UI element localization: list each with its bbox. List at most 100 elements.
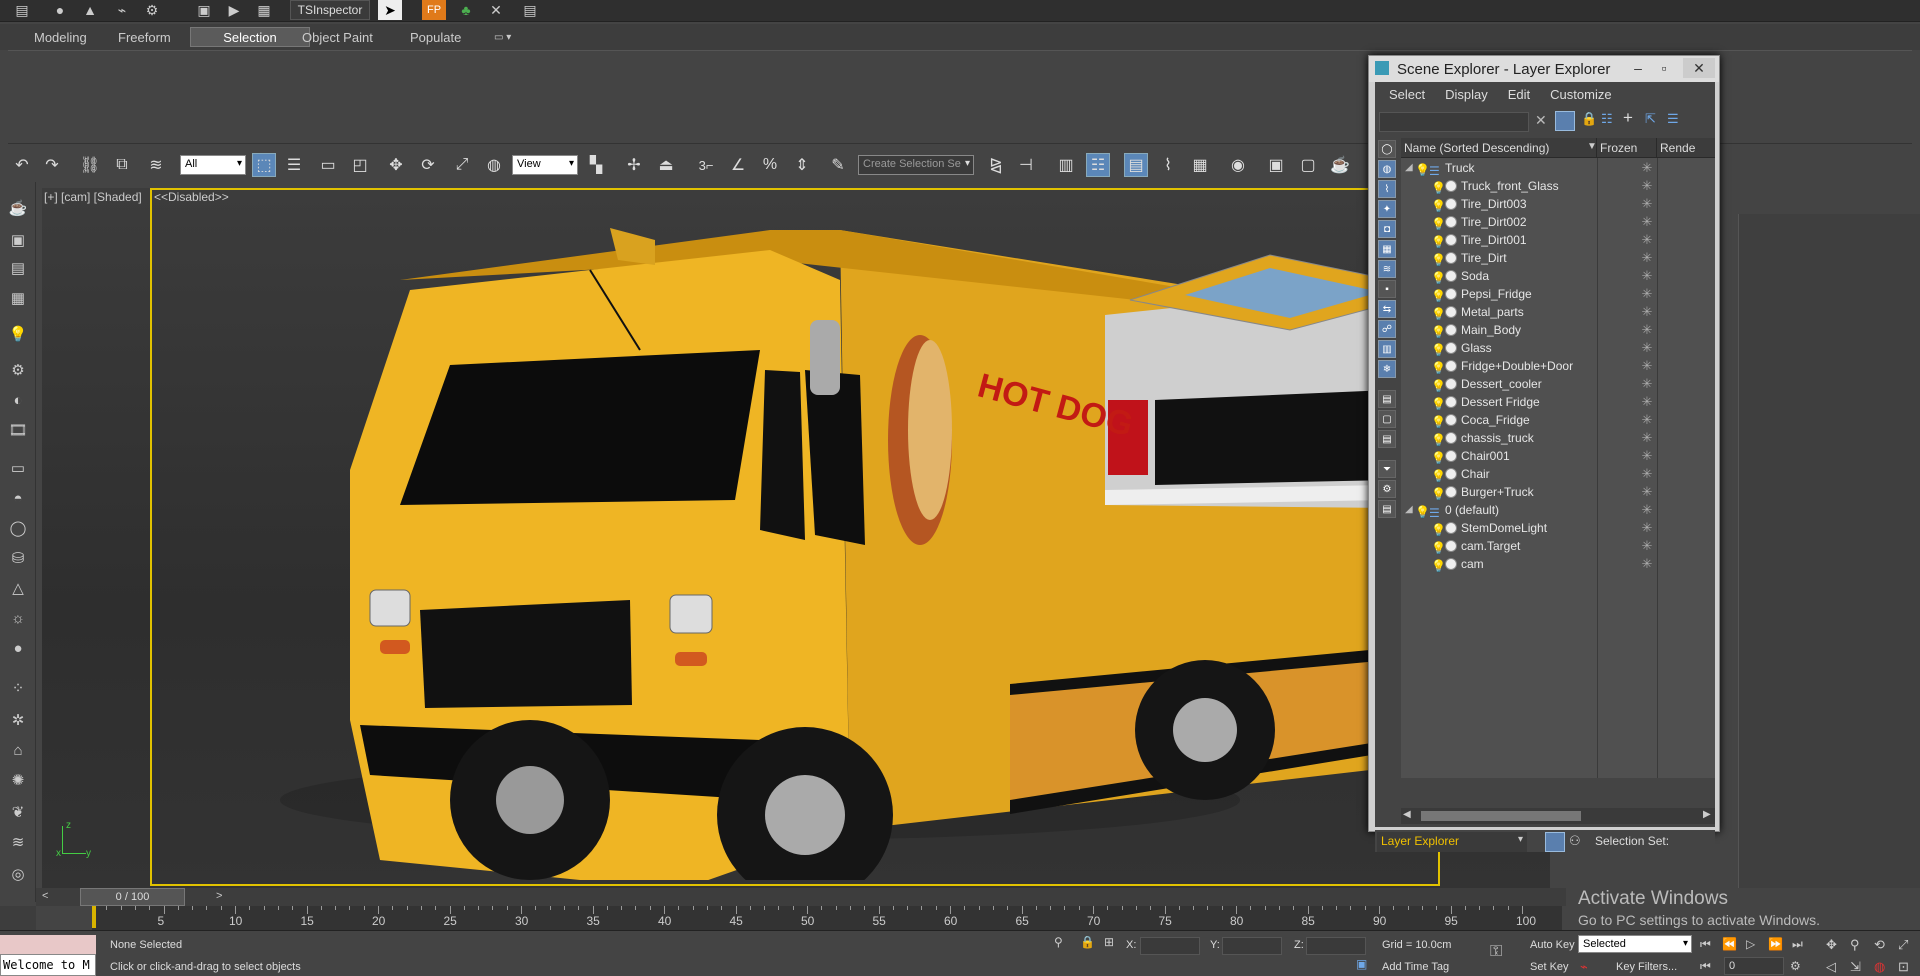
current-frame-marker[interactable]	[92, 906, 96, 928]
display-spacewarps-icon[interactable]: ≋	[1378, 260, 1396, 278]
object-row[interactable]: 💡 Tire_Dirt003 ✳	[1401, 195, 1715, 213]
object-row[interactable]: 💡 Burger+Truck ✳	[1401, 483, 1715, 501]
field-of-view-icon[interactable]: ◁	[1826, 959, 1836, 975]
time-config-icon[interactable]: ⚙	[1790, 959, 1801, 973]
render-setup-icon[interactable]: ▣	[1264, 153, 1288, 177]
film-icon[interactable]: 🎞	[6, 418, 30, 442]
display-xrefs-icon[interactable]: ⇆	[1378, 300, 1396, 318]
prev-frame-icon[interactable]: <	[42, 890, 48, 902]
layer-add-icon[interactable]: ☷	[1601, 111, 1613, 127]
rotate-icon[interactable]: ⟳	[416, 153, 440, 177]
object-row[interactable]: 💡 Dessert_cooler ✳	[1401, 375, 1715, 393]
object-row[interactable]: 💡 Pepsi_Fridge ✳	[1401, 285, 1715, 303]
light-icon[interactable]: 💡	[6, 322, 30, 346]
helper-icon[interactable]: ⚙	[6, 358, 30, 382]
select-layer-icon[interactable]: ☰	[1667, 111, 1679, 127]
selection-lock-icon[interactable]: 🔒	[1080, 935, 1095, 949]
visibility-bulb-icon[interactable]: 💡	[1431, 377, 1446, 393]
select-arrow-icon[interactable]: ➤	[378, 0, 402, 20]
visibility-bulb-icon[interactable]: 💡	[1415, 161, 1430, 177]
visibility-bulb-icon[interactable]: 💡	[1431, 359, 1446, 375]
placement-icon[interactable]: ◍	[482, 153, 506, 177]
add-icon[interactable]: +	[1623, 108, 1633, 128]
schematic-view-icon[interactable]: ▦	[1188, 153, 1212, 177]
explorer-type-dropdown[interactable]: Layer Explorer ▾	[1377, 832, 1527, 852]
maximize-icon[interactable]: ▫	[1651, 58, 1677, 78]
sun-icon[interactable]: ☼	[6, 606, 30, 630]
tab-object-paint[interactable]: Object Paint	[288, 27, 387, 47]
select-by-name-icon[interactable]: ☰	[282, 153, 306, 177]
visibility-bulb-icon[interactable]: 💡	[1431, 449, 1446, 465]
scale-icon[interactable]: ⤢	[450, 153, 474, 177]
material-editor-icon[interactable]: ◉	[1226, 153, 1250, 177]
link-icon[interactable]: ⌁	[110, 0, 134, 20]
sphere-icon[interactable]: ●	[48, 0, 72, 20]
y-coord-field[interactable]	[1222, 937, 1282, 955]
particles-icon[interactable]: ⁘	[6, 676, 30, 700]
grid-icon[interactable]: ▦	[6, 286, 30, 310]
visibility-bulb-icon[interactable]: 💡	[1431, 467, 1446, 483]
object-row[interactable]: 💡 Truck_front_Glass ✳	[1401, 177, 1715, 195]
next-key-icon[interactable]: ⏩	[1768, 937, 1783, 951]
selection-set-dropdown[interactable]: Create Selection Se ▾	[858, 155, 974, 175]
maximize-viewport-icon[interactable]: ⤢	[1898, 937, 1908, 953]
visibility-bulb-icon[interactable]: 💡	[1431, 431, 1446, 447]
leaf-icon[interactable]: ❦	[6, 800, 30, 824]
key-mode-dropdown[interactable]: Selected ▾	[1578, 935, 1692, 953]
go-to-start-icon[interactable]: ⏮	[1700, 937, 1711, 952]
freeze-toggle-icon[interactable]: ✳	[1639, 555, 1655, 573]
horizontal-scrollbar[interactable]: ◀ ▶	[1401, 808, 1715, 824]
collapse-icon[interactable]: ◢	[1405, 159, 1413, 177]
tools-icon[interactable]: ✕	[484, 0, 508, 20]
key-icon[interactable]: ⚿	[1490, 943, 1502, 961]
key-filters-button[interactable]: Key Filters...	[1616, 961, 1677, 973]
visibility-bulb-icon[interactable]: 💡	[1431, 197, 1446, 213]
keyboard-shortcut-icon[interactable]: ⏏	[654, 153, 678, 177]
bind-spacewarp-icon[interactable]: ≋	[144, 153, 168, 177]
tree-green-icon[interactable]: ♣	[454, 0, 478, 20]
auto-key-button[interactable]: Auto Key	[1530, 939, 1575, 951]
object-row[interactable]: 💡 cam ✳	[1401, 555, 1715, 573]
curve-editor-icon[interactable]: ⌇	[1156, 153, 1180, 177]
panel-icon[interactable]: ▤	[6, 256, 30, 280]
object-row[interactable]: 💡 Chair ✳	[1401, 465, 1715, 483]
display-bones-icon[interactable]: ☍	[1378, 320, 1396, 338]
collapse-icon[interactable]: ◢	[1405, 501, 1413, 519]
visibility-bulb-icon[interactable]: 💡	[1431, 485, 1446, 501]
x-coord-field[interactable]	[1140, 937, 1200, 955]
freeze-toggle-icon[interactable]: ✳	[1639, 357, 1655, 375]
menu-select[interactable]: Select	[1381, 87, 1433, 102]
shell-icon[interactable]: ◎	[6, 862, 30, 886]
display-groups-icon[interactable]: ▪	[1378, 280, 1396, 298]
dome-icon[interactable]: ◓	[6, 486, 30, 510]
display-children-icon[interactable]: ▤	[1378, 430, 1396, 448]
display-frozen-icon[interactable]: ❄	[1378, 360, 1396, 378]
unlink-icon[interactable]: ⧉	[110, 153, 134, 177]
hierarchy-mode-icon[interactable]: ⚇	[1569, 833, 1581, 849]
object-row[interactable]: 💡 Tire_Dirt002 ✳	[1401, 213, 1715, 231]
freeze-toggle-icon[interactable]: ✳	[1639, 375, 1655, 393]
ribbon-toggle-icon[interactable]: ▤	[1124, 153, 1148, 177]
visibility-bulb-icon[interactable]: 💡	[1431, 521, 1446, 537]
move-icon[interactable]: ✥	[384, 153, 408, 177]
hair-icon[interactable]: ≋	[6, 830, 30, 854]
cone-icon[interactable]: △	[6, 576, 30, 600]
display-geometry-icon[interactable]: ◍	[1378, 160, 1396, 178]
tab-populate[interactable]: Populate	[396, 27, 475, 47]
object-row[interactable]: 💡 Soda ✳	[1401, 267, 1715, 285]
deflector-icon[interactable]: ⌂	[6, 738, 30, 762]
selection-filter-dropdown[interactable]: All ▾	[180, 155, 246, 175]
visibility-bulb-icon[interactable]: 💡	[1431, 413, 1446, 429]
roll-icon[interactable]: ◍	[1874, 959, 1885, 975]
tree-icon[interactable]: ⚙	[140, 0, 164, 20]
object-row[interactable]: 💡 Metal_parts ✳	[1401, 303, 1715, 321]
next-frame-icon[interactable]: >	[216, 890, 222, 902]
walk-through-icon[interactable]: ⇲	[1850, 959, 1861, 975]
undo-icon[interactable]: ↶	[10, 153, 34, 177]
column-frozen[interactable]: Frozen	[1597, 138, 1657, 158]
object-row[interactable]: 💡 Chair001 ✳	[1401, 447, 1715, 465]
layer-manager-icon[interactable]: ▥	[1054, 153, 1078, 177]
object-row[interactable]: 💡 Coca_Fridge ✳	[1401, 411, 1715, 429]
visibility-bulb-icon[interactable]: 💡	[1431, 269, 1446, 285]
object-row[interactable]: 💡 Dessert Fridge ✳	[1401, 393, 1715, 411]
